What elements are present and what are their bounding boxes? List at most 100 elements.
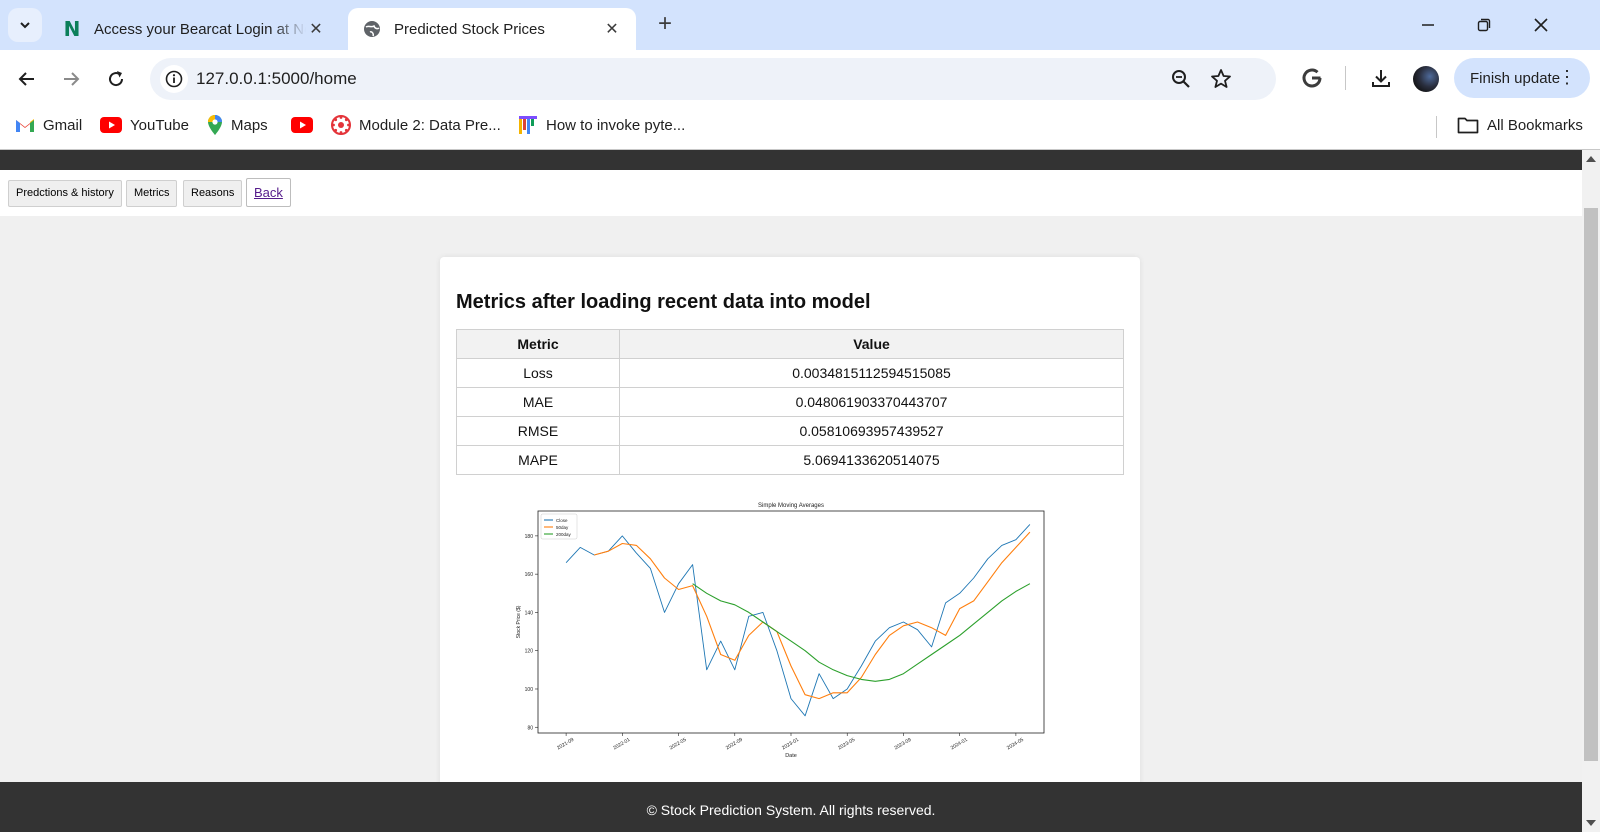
address-bar[interactable]: 127.0.0.1:5000/home [150,58,1276,100]
all-bookmarks-button[interactable]: All Bookmarks [1457,106,1583,144]
new-tab-button[interactable]: + [652,12,678,38]
tab-search-button[interactable] [8,8,42,42]
forward-nav-button[interactable] [56,64,86,94]
reload-icon [109,71,124,87]
y-tick-label: 140 [525,610,534,616]
x-tick-label: 2021-09 [556,737,575,751]
sma-chart: Simple Moving Averages 80 100 120 140 160 180 2… [516,503,1045,759]
metric-name: Loss [456,358,620,388]
site-nav: Predctions & history Metrics Reasons Bac… [0,170,1582,216]
bookmark-youtube[interactable]: YouTube [100,106,189,144]
y-tick-label: 80 [527,725,533,731]
minimize-icon [1422,24,1434,26]
close-icon [1534,18,1548,32]
folder-icon [1457,117,1479,134]
browser-toolbar: 127.0.0.1:5000/home Finish update ⋮ [0,50,1600,106]
site-header-bar [0,150,1582,170]
more-vert-icon: ⋮ [1558,67,1576,87]
reload-button[interactable] [101,64,131,94]
maps-icon [208,115,222,135]
tab-predicted-stock-prices[interactable]: Predicted Stock Prices ✕ [348,8,636,50]
download-icon [1372,70,1390,87]
bookmarks-bar: Gmail YouTube Maps Module 2: Data Pre...… [0,106,1600,150]
google-icon [1302,68,1322,88]
metrics-card: Metrics after loading recent data into m… [440,257,1140,797]
site-info-button[interactable] [160,65,188,93]
x-tick-label: 2022-05 [669,737,688,751]
legend-label: Close [556,518,568,523]
zoom-out-icon [1172,70,1190,88]
youtube-icon [100,117,122,133]
bookmark-maps[interactable]: Maps [207,106,268,144]
metrics-table: Metric Value Loss 0.0034815112594515085 … [456,329,1124,475]
restore-icon [1477,18,1491,32]
metric-value: 5.0694133620514075 [619,445,1124,475]
predictions-history-button[interactable]: Predctions & history [8,180,122,207]
tab-bearcat-login[interactable]: N Access your Bearcat Login at No ✕ [48,8,340,50]
table-row: MAPE 5.0694133620514075 [456,445,1124,475]
minimize-button[interactable] [1413,10,1443,40]
downloads-button[interactable] [1367,64,1395,92]
tab-strip: N Access your Bearcat Login at No ✕ Pred… [0,0,1600,50]
bookmark-youtube-2[interactable] [291,106,321,144]
table-row: RMSE 0.05810693957439527 [456,416,1124,446]
info-icon [165,70,183,88]
x-axis-label: Date [785,753,797,759]
close-window-button[interactable] [1526,10,1556,40]
bookmark-label: All Bookmarks [1487,116,1583,134]
metric-value: 0.0034815112594515085 [619,358,1124,388]
close-icon[interactable]: ✕ [306,19,326,39]
bookmark-label: Maps [231,116,268,134]
y-tick-label: 120 [525,649,534,655]
metric-name: RMSE [456,416,620,446]
scroll-thumb[interactable] [1584,208,1598,761]
reasons-button[interactable]: Reasons [183,180,243,207]
avatar[interactable] [1413,66,1439,92]
back-nav-button[interactable] [12,64,42,94]
page-scrollbar[interactable] [1582,150,1600,832]
bookmarks-divider [1436,116,1437,138]
finish-update-button[interactable]: Finish update ⋮ [1454,58,1590,98]
toolbar-divider [1345,66,1346,90]
x-tick-label: 2023-09 [893,737,912,751]
metrics-button[interactable]: Metrics [126,180,178,207]
column-header: Value [619,329,1124,359]
metric-name: MAPE [456,445,620,475]
scroll-down-arrow-icon[interactable] [1586,820,1596,826]
google-button[interactable] [1298,64,1326,92]
bookmark-module-2[interactable]: Module 2: Data Pre... [331,106,501,144]
x-tick-label: 2023-05 [837,737,856,751]
chart-title: Simple Moving Averages [758,503,824,509]
legend-label: 200day [556,532,572,537]
globe-icon [364,21,380,37]
bookmark-star-button[interactable] [1210,68,1232,90]
metric-value: 0.05810693957439527 [619,416,1124,446]
metric-value: 0.048061903370443707 [619,387,1124,417]
jira-icon [519,116,537,134]
metric-name: MAE [456,387,620,417]
zoom-button[interactable] [1170,68,1192,90]
x-tick-label: 2022-09 [725,737,744,751]
canvas-icon [331,115,351,135]
x-tick-label: 2022-01 [612,737,631,751]
url-text[interactable]: 127.0.0.1:5000/home [196,58,357,100]
x-tick-label: 2024-05 [1006,737,1025,751]
tab-title: Access your Bearcat Login at No [94,20,306,38]
page-title: Metrics after loading recent data into m… [456,291,871,313]
bookmark-label: YouTube [130,116,189,134]
restore-button[interactable] [1469,10,1499,40]
bookmark-label: Module 2: Data Pre... [359,116,501,134]
finish-update-label: Finish update [1470,69,1561,87]
back-link[interactable]: Back [246,178,291,207]
column-header: Metric [456,329,620,359]
y-tick-label: 160 [525,572,534,578]
x-tick-label: 2024-01 [950,737,969,751]
bookmark-gmail[interactable]: Gmail [15,106,82,144]
star-icon [1211,69,1231,88]
youtube-icon [291,117,313,133]
scroll-up-arrow-icon[interactable] [1586,156,1596,162]
x-tick-label: 2023-01 [781,737,800,751]
bookmark-label: Gmail [43,116,83,134]
close-icon[interactable]: ✕ [602,19,622,39]
bookmark-how-to-invoke[interactable]: How to invoke pyte... [518,106,685,144]
